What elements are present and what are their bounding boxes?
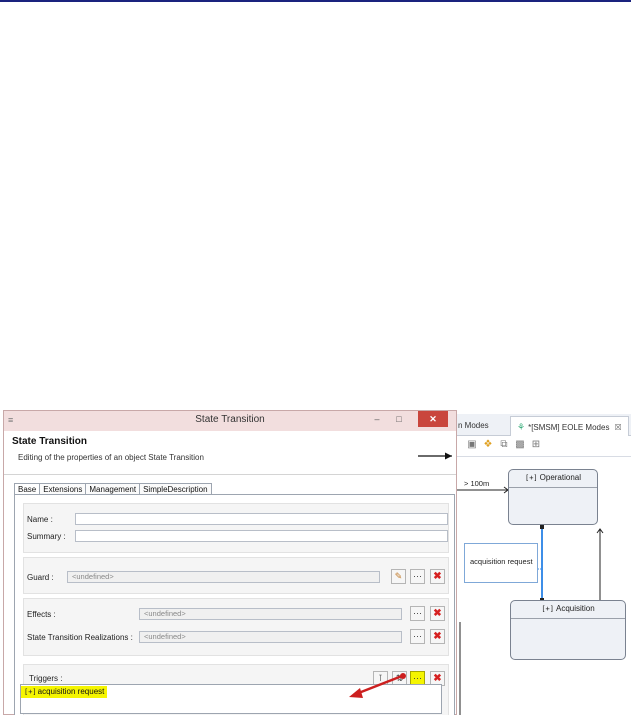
guard-field[interactable]: <undefined> [67, 571, 380, 583]
tab-eole-modes-label: *[SMSM] EOLE Modes [528, 423, 610, 432]
diagram-canvas[interactable]: > 100m [+] Operational acquisition reques… [452, 456, 631, 715]
state-operational[interactable]: [+] Operational [508, 469, 598, 525]
top-border-line [0, 0, 631, 2]
diagram-icon: ⚘ [517, 422, 526, 432]
triggers-list[interactable]: [+]acquisition request [20, 684, 442, 714]
state-transition-dialog: ≡ State Transition – □ ✕ State Transitio… [3, 410, 457, 715]
close-button[interactable]: ✕ [418, 411, 448, 427]
name-field[interactable] [75, 513, 448, 525]
copy-icon[interactable]: ⧉ [498, 439, 510, 451]
realizations-delete-button[interactable]: ✖ [430, 629, 445, 644]
state-operational-header: [+] Operational [509, 470, 597, 488]
guard-browse-button[interactable]: ⋯ [410, 569, 425, 584]
state-operational-label: Operational [539, 473, 581, 482]
name-summary-group: Name : Summary : [23, 503, 449, 553]
header-arrow [418, 452, 452, 460]
name-label: Name : [27, 515, 53, 524]
dialog-titlebar[interactable]: ≡ State Transition – □ ✕ [4, 411, 456, 431]
realizations-browse-button[interactable]: ⋯ [410, 629, 425, 644]
minimize-button[interactable]: – [366, 411, 388, 427]
diagram-toolbar: ▣ ❖ ⧉ ▩ ⊞ [466, 439, 542, 453]
realizations-field[interactable]: <undefined> [139, 631, 402, 643]
grid-icon[interactable]: ⊞ [530, 439, 542, 451]
effects-group: Effects : <undefined> ⋯ ✖ State Transiti… [23, 598, 449, 656]
guard-group: Guard : <undefined> ✎ ⋯ ✖ [23, 557, 449, 594]
effects-delete-button[interactable]: ✖ [430, 606, 445, 621]
state-icon: [+] [541, 605, 554, 613]
trigger-item-label: acquisition request [37, 687, 105, 696]
guard-label: Guard : [27, 573, 54, 582]
effects-label: Effects : [27, 610, 56, 619]
state-acquisition-label: Acquisition [555, 604, 595, 613]
edge-label: > 100m [464, 479, 490, 488]
tag-icon[interactable]: ❖ [482, 439, 494, 451]
realizations-label: State Transition Realizations : [27, 633, 133, 642]
effects-browse-button[interactable]: ⋯ [410, 606, 425, 621]
trigger-item[interactable]: [+]acquisition request [21, 686, 108, 698]
editor-tab-bar: n Modes ⚘ *[SMSM] EOLE Modes ☒ [452, 414, 631, 436]
close-icon[interactable]: ☒ [614, 423, 621, 432]
fit-icon[interactable]: ▩ [514, 439, 526, 451]
tab-content-base: Name : Summary : Guard : <undefined> ✎ ⋯… [14, 494, 455, 715]
diagram-editor: n Modes ⚘*[SMSM] EOLE Modes ☒ ▣ ❖ ⧉ ▩ ⊞ [452, 410, 631, 715]
effects-field[interactable]: <undefined> [139, 608, 402, 620]
state-acquisition-header: [+] Acquisition [511, 601, 625, 619]
tab-modes[interactable]: n Modes [452, 416, 495, 436]
summary-label: Summary : [27, 532, 66, 541]
diagram-note[interactable]: acquisition request [464, 543, 538, 583]
guard-delete-button[interactable]: ✖ [430, 569, 445, 584]
triggers-label: Triggers : [29, 674, 63, 683]
dialog-header: State Transition Editing of the properti… [4, 431, 456, 475]
maximize-button[interactable]: □ [388, 411, 410, 427]
tab-eole-modes[interactable]: ⚘ *[SMSM] EOLE Modes ☒ [510, 416, 629, 436]
state-acquisition[interactable]: [+] Acquisition [510, 600, 626, 660]
trigger-item-icon: [+] [24, 688, 37, 696]
tab-modes-label: n Modes [458, 421, 489, 430]
summary-field[interactable] [75, 530, 448, 542]
state-icon: [+] [524, 474, 538, 482]
camera-icon[interactable]: ▣ [466, 439, 478, 451]
edge-handle-top [540, 525, 544, 529]
edit-pencil-button[interactable]: ✎ [391, 569, 406, 584]
